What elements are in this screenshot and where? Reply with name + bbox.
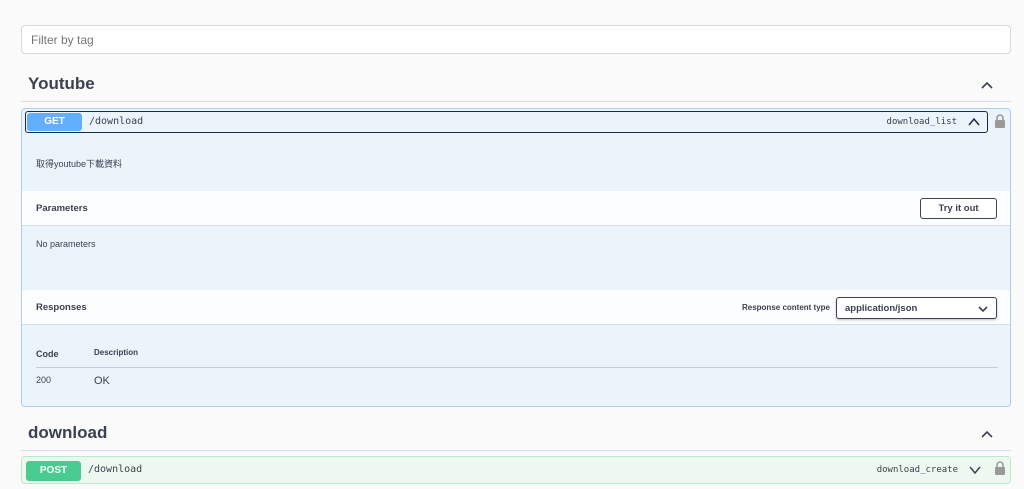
- tag-header-download[interactable]: download: [21, 417, 1011, 451]
- parameters-header: Parameters Try it out: [22, 191, 1010, 226]
- operation-path: /download: [88, 464, 143, 475]
- chevron-up-icon[interactable]: [979, 426, 995, 442]
- operation-description: 取得youtube下載資料: [36, 159, 123, 169]
- chevron-up-icon[interactable]: [967, 115, 981, 129]
- lock-icon[interactable]: [994, 461, 1006, 475]
- parameters-title: Parameters: [36, 203, 88, 214]
- opblock-get-download: GET /download download_list 取得youtube下載資…: [21, 108, 1011, 407]
- chevron-up-icon[interactable]: [979, 77, 995, 93]
- opblock-summary[interactable]: POST /download download_create: [25, 460, 988, 482]
- responses-title: Responses: [36, 302, 87, 313]
- response-description: OK: [94, 375, 110, 387]
- tag-header-youtube[interactable]: Youtube: [21, 68, 1011, 102]
- opblock-post-download: POST /download download_create: [21, 456, 1011, 484]
- operation-path: /download: [89, 116, 144, 127]
- no-parameters-text: No parameters: [36, 239, 96, 249]
- opblock-summary[interactable]: GET /download download_list: [25, 111, 988, 133]
- try-it-out-button[interactable]: Try it out: [920, 198, 997, 219]
- tag-title: download: [28, 423, 108, 442]
- chevron-down-icon: [978, 306, 988, 313]
- responses-column-code: Code: [36, 349, 59, 359]
- responses-column-description: Description: [94, 348, 139, 357]
- response-content-type-select[interactable]: application/json: [836, 297, 997, 319]
- response-code: 200: [36, 375, 52, 385]
- tag-title: Youtube: [28, 74, 95, 93]
- response-content-type-label: Response content type: [741, 303, 830, 312]
- lock-icon[interactable]: [994, 114, 1006, 128]
- operation-id: download_create: [876, 465, 958, 475]
- method-badge: GET: [27, 113, 82, 131]
- chevron-down-icon[interactable]: [968, 463, 982, 477]
- selected-content-type: application/json: [845, 303, 918, 314]
- responses-header: Responses Response content type applicat…: [22, 290, 1010, 325]
- method-badge: POST: [26, 461, 81, 481]
- filter-by-tag-input[interactable]: [21, 25, 1011, 54]
- responses-divider: [36, 367, 998, 368]
- operation-id: download_list: [886, 117, 957, 127]
